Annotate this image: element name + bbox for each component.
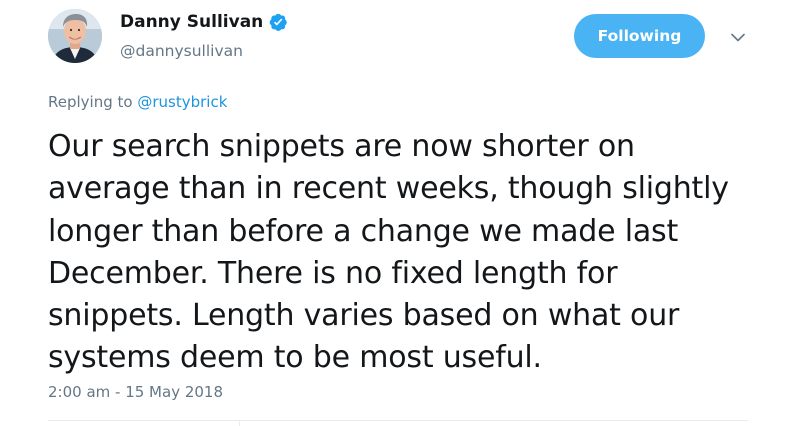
verified-badge-icon [268,12,288,32]
reply-mention-link[interactable]: @rustybrick [137,93,227,111]
tweet-timestamp[interactable]: 2:00 am - 15 May 2018 [48,383,223,401]
tweet-text-line: average than in recent weeks, though sli… [48,171,729,207]
replying-to-label: Replying to [48,93,138,111]
tweet-text-line: longer than before a change we made last [48,213,679,249]
tweet-text-line: systems deem to be most useful. [48,340,542,376]
tweet-card: Danny Sullivan @dannysullivan Following … [0,0,795,426]
tweet-text-line: December. There is no fixed length for [48,255,618,291]
divider [48,420,748,421]
tweet-text-line: snippets. Length varies based on what ou… [48,298,680,334]
avatar[interactable] [48,9,102,63]
chevron-down-icon[interactable] [727,28,749,46]
following-button[interactable]: Following [574,14,705,58]
author-handle[interactable]: @dannysullivan [120,42,243,60]
replying-to: Replying to @rustybrick [48,93,227,111]
author-name-row[interactable]: Danny Sullivan [120,10,288,34]
avatar-image [48,9,102,63]
tweet-text-line: Our search snippets are now shorter on [48,129,635,164]
tweet-text: Our search snippets are now shorter on a… [48,126,783,380]
divider-tick [239,420,240,426]
author-display-name[interactable]: Danny Sullivan [120,12,263,32]
